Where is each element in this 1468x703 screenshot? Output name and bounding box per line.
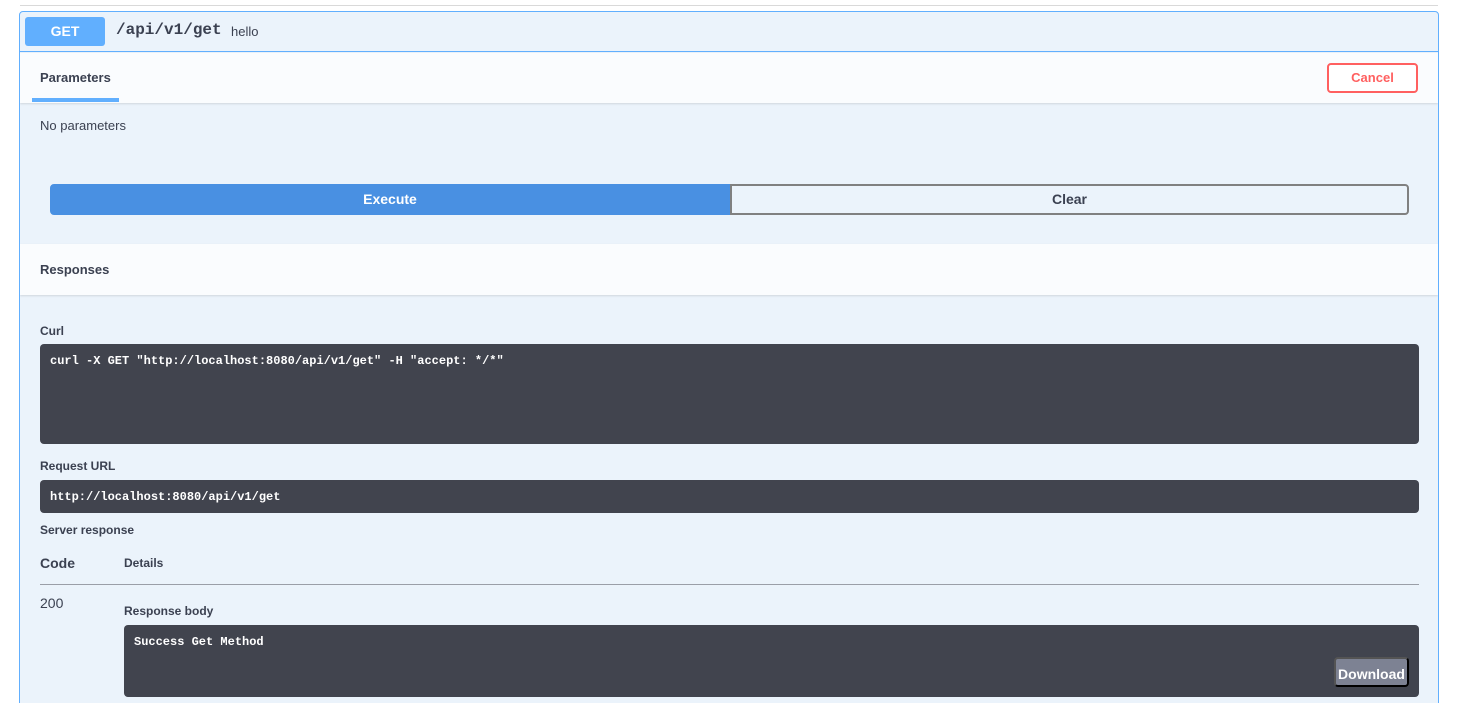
method-badge: GET <box>25 17 105 46</box>
request-url-block[interactable]: http://localhost:8080/api/v1/get <box>40 480 1419 513</box>
responses-title: Responses <box>40 262 110 277</box>
response-status-code: 200 <box>40 595 64 611</box>
execute-button[interactable]: Execute <box>50 184 730 215</box>
active-tab-indicator <box>32 98 119 102</box>
details-column-header: Details <box>124 556 164 570</box>
response-body-text: Success Get Method <box>134 635 264 649</box>
tab-parameters[interactable]: Parameters <box>40 70 111 85</box>
clear-button[interactable]: Clear <box>730 184 1409 215</box>
download-button[interactable]: Download <box>1334 657 1409 687</box>
curl-label: Curl <box>40 324 64 338</box>
curl-code-block[interactable]: curl -X GET "http://localhost:8080/api/v… <box>40 344 1419 444</box>
server-response-label: Server response <box>40 523 135 537</box>
operation-description: hello <box>231 24 259 39</box>
code-column-header: Code <box>40 555 75 571</box>
top-divider <box>20 5 1438 6</box>
cancel-button[interactable]: Cancel <box>1327 63 1418 93</box>
parameters-header: Parameters Cancel <box>20 53 1438 103</box>
no-parameters-text: No parameters <box>40 118 126 133</box>
operation-block-get: GET /api/v1/get hello Parameters Cancel … <box>19 11 1439 703</box>
response-body-label: Response body <box>124 604 214 618</box>
request-url-label: Request URL <box>40 459 116 473</box>
table-header-divider <box>40 584 1419 585</box>
operation-path: /api/v1/get <box>116 21 222 39</box>
execute-wrapper: Execute Clear <box>50 184 1409 215</box>
operation-summary[interactable]: GET /api/v1/get hello <box>20 12 1438 52</box>
responses-header: Responses <box>20 244 1438 295</box>
response-body-block[interactable]: Success Get Method Download <box>124 625 1419 697</box>
